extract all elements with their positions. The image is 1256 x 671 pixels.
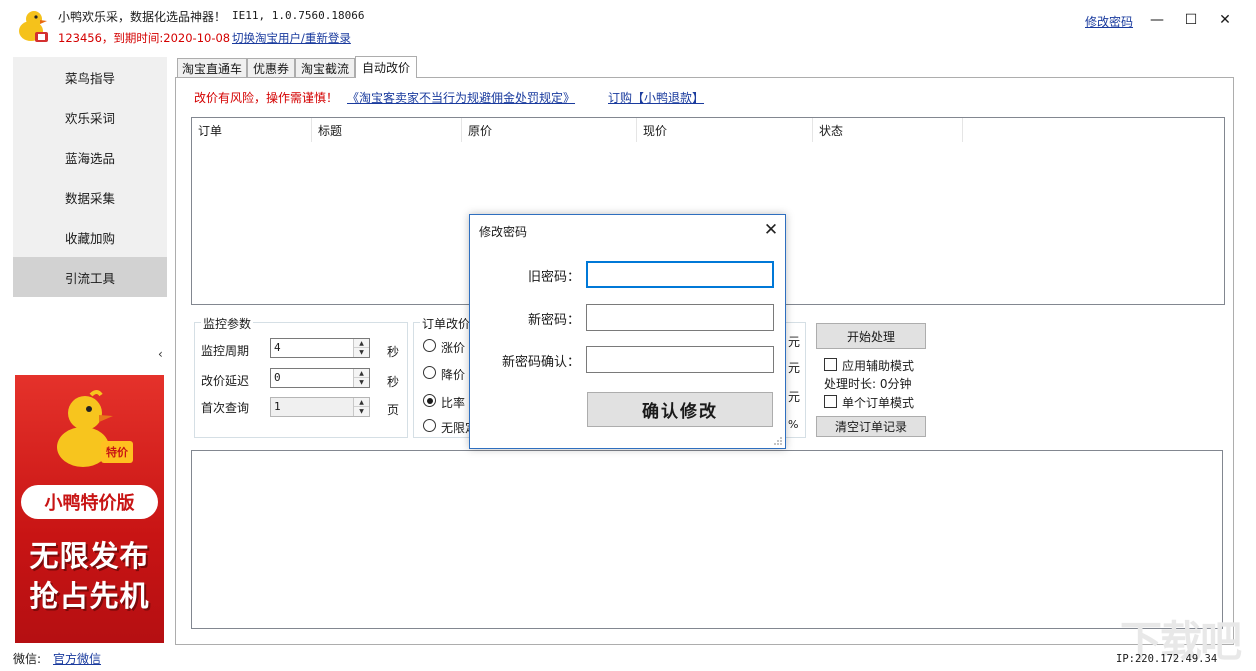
- app-version: IE11, 1.0.7560.18066: [232, 9, 365, 22]
- assist-mode-checkbox[interactable]: [824, 358, 837, 371]
- resize-grip-icon[interactable]: [773, 436, 783, 446]
- app-window: 小鸭欢乐采，数据化选品神器！ IE11, 1.0.7560.18066 1234…: [0, 0, 1256, 671]
- clear-orders-button[interactable]: 清空订单记录: [816, 416, 926, 437]
- spin-down-icon[interactable]: ▼: [354, 407, 369, 416]
- order-reprice-title: 订单改价: [420, 315, 473, 332]
- ad-tag: 特价: [101, 441, 133, 463]
- sidebar-item-blue-ocean[interactable]: 蓝海选品: [13, 137, 167, 177]
- lower-price-label: 降价: [441, 368, 466, 382]
- tab-auto-reprice[interactable]: 自动改价: [355, 56, 417, 78]
- new-password-label: 新密码：: [527, 313, 580, 328]
- tab-coupons[interactable]: 优惠券: [247, 58, 295, 78]
- reprice-delay-value: 0: [274, 371, 281, 384]
- monitor-period-unit: 秒: [387, 345, 400, 359]
- column-header-order[interactable]: 订单: [192, 118, 312, 142]
- ratio-radio[interactable]: [423, 394, 436, 407]
- collapse-sidebar-icon[interactable]: ‹: [158, 347, 163, 361]
- lower-price-radio[interactable]: [423, 366, 436, 379]
- first-query-stepper[interactable]: 1 ▲ ▼: [270, 397, 370, 417]
- ad-band: 小鸭特价版: [21, 485, 158, 519]
- start-processing-button[interactable]: 开始处理: [816, 323, 926, 349]
- buy-refund-link[interactable]: 订购【小鸭退款】: [608, 89, 704, 106]
- switch-user-link[interactable]: 切换淘宝用户/重新登录: [232, 30, 351, 46]
- unit-yuan-3: 元: [788, 390, 801, 404]
- unlimited-radio[interactable]: [423, 419, 436, 432]
- ad-line-1: 无限发布: [29, 539, 150, 573]
- monitor-period-stepper[interactable]: 4 ▲ ▼: [270, 338, 370, 358]
- single-order-checkbox[interactable]: [824, 395, 837, 408]
- first-query-label: 首次查询: [201, 401, 250, 415]
- column-header-title[interactable]: 标题: [312, 118, 462, 142]
- maximize-icon: ☐: [1184, 12, 1198, 28]
- column-header-original-price[interactable]: 原价: [462, 118, 637, 142]
- dialog-title: 修改密码: [479, 225, 528, 239]
- raise-price-label: 涨价: [441, 341, 466, 355]
- monitor-params-title: 监控参数: [201, 315, 254, 332]
- spin-up-icon[interactable]: ▲: [354, 369, 369, 378]
- old-password-label: 旧密码：: [527, 270, 580, 285]
- sidebar-item-novice-guide[interactable]: 菜鸟指导: [13, 57, 167, 97]
- old-password-input[interactable]: [586, 261, 774, 288]
- confirm-password-input[interactable]: [586, 346, 774, 373]
- wechat-link[interactable]: 官方微信: [53, 650, 101, 667]
- sidebar-item-data-collect[interactable]: 数据采集: [13, 177, 167, 217]
- change-password-dialog: 修改密码 ✕ 旧密码： 新密码： 新密码确认： 确认修改: [469, 214, 786, 449]
- reprice-delay-stepper[interactable]: 0 ▲ ▼: [270, 368, 370, 388]
- sidebar-item-keyword[interactable]: 欢乐采词: [13, 97, 167, 137]
- spin-down-icon[interactable]: ▼: [354, 378, 369, 387]
- monitor-period-label: 监控周期: [201, 344, 250, 358]
- maximize-button[interactable]: ☐: [1176, 8, 1206, 32]
- log-textarea[interactable]: [191, 450, 1223, 629]
- unit-yuan-2: 元: [788, 361, 801, 375]
- first-query-value: 1: [274, 400, 281, 413]
- sidebar-item-favorites[interactable]: 收藏加购: [13, 217, 167, 257]
- dialog-close-icon[interactable]: ✕: [760, 219, 782, 241]
- ad-line-2: 抢占先机: [29, 579, 150, 613]
- duck-logo: [19, 11, 48, 42]
- spin-up-icon[interactable]: ▲: [354, 398, 369, 407]
- reprice-delay-label: 改价延迟: [201, 374, 250, 388]
- close-button[interactable]: ✕: [1210, 8, 1240, 32]
- monitor-period-value: 4: [274, 341, 281, 354]
- new-password-input[interactable]: [586, 304, 774, 331]
- app-title: 小鸭欢乐采，数据化选品神器！: [58, 10, 227, 24]
- first-query-unit: 页: [387, 403, 400, 417]
- single-order-label: 单个订单模式: [842, 396, 915, 410]
- ad-banner[interactable]: 特价 小鸭特价版 无限发布 抢占先机: [15, 375, 164, 643]
- confirm-change-button[interactable]: 确认修改: [587, 392, 773, 427]
- minimize-button[interactable]: —: [1142, 8, 1172, 32]
- rule-link[interactable]: 《淘宝客卖家不当行为规避佣金处罚规定》: [347, 89, 575, 106]
- unit-yuan-1: 元: [788, 335, 801, 349]
- ip-address: IP:220.172.49.34: [1116, 653, 1218, 665]
- risk-warning: 改价有风险，操作需谨慎！: [194, 91, 339, 105]
- wechat-label: 微信:: [13, 652, 42, 666]
- tab-through-train[interactable]: 淘宝直通车: [177, 58, 247, 78]
- minimize-icon: —: [1150, 12, 1164, 28]
- spin-up-icon[interactable]: ▲: [354, 339, 369, 348]
- confirm-password-label: 新密码确认：: [501, 355, 580, 370]
- column-header-current-price[interactable]: 现价: [637, 118, 813, 142]
- tab-traffic-intercept[interactable]: 淘宝截流: [295, 58, 355, 78]
- raise-price-radio[interactable]: [423, 339, 436, 352]
- column-header-status[interactable]: 状态: [813, 118, 963, 142]
- unit-percent: %: [788, 418, 799, 431]
- spin-down-icon[interactable]: ▼: [354, 348, 369, 357]
- change-password-link[interactable]: 修改密码: [1085, 13, 1133, 30]
- assist-mode-label: 应用辅助模式: [842, 359, 915, 373]
- ratio-label: 比率: [441, 396, 466, 410]
- user-expiry-info: 123456，到期时间:2020-10-08: [58, 31, 231, 45]
- close-icon: ✕: [1219, 12, 1231, 28]
- sidebar-item-traffic-tools[interactable]: 引流工具: [13, 257, 167, 297]
- sidebar: 菜鸟指导 欢乐采词 蓝海选品 数据采集 收藏加购 引流工具: [13, 57, 167, 297]
- reprice-delay-unit: 秒: [387, 375, 400, 389]
- processing-duration: 处理时长: 0分钟: [824, 377, 912, 391]
